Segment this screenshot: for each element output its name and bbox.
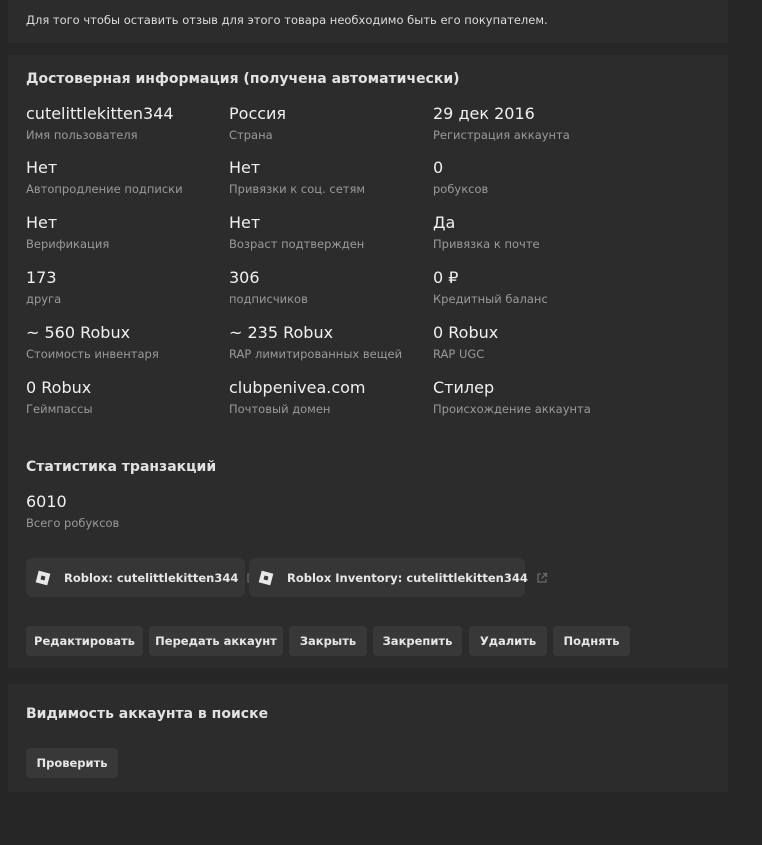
info-value: clubpenivea.com bbox=[229, 378, 366, 397]
info-value: 0 bbox=[433, 158, 444, 177]
external-link-icon bbox=[537, 572, 548, 583]
roblox-profile-link[interactable]: Roblox: cutelittlekitten344 bbox=[26, 558, 258, 597]
info-cell-autorenew: Нет Автопродление подписки bbox=[26, 158, 226, 196]
info-value: 0 Robux bbox=[26, 378, 92, 397]
info-label: Возраст подтвержден bbox=[229, 237, 365, 251]
info-cell-rap-limited: ~ 235 Robux RAP лимитированных вещей bbox=[229, 323, 429, 361]
info-label: Привязка к почте bbox=[433, 237, 540, 251]
info-label: Имя пользователя bbox=[26, 128, 138, 142]
info-value: Стилер bbox=[433, 378, 495, 397]
info-value: Нет bbox=[26, 158, 58, 177]
info-cell-verification: Нет Верификация bbox=[26, 213, 226, 251]
roblox-icon bbox=[35, 570, 51, 585]
transactions-title: Статистика транзакций bbox=[26, 459, 217, 475]
roblox-profile-link-label: Roblox: cutelittlekitten344 bbox=[64, 570, 239, 585]
info-cell-registration: 29 дек 2016 Регистрация аккаунта bbox=[433, 104, 633, 142]
info-cell-origin: Стилер Происхождение аккаунта bbox=[433, 378, 633, 416]
info-label: RAP лимитированных вещей bbox=[229, 347, 403, 361]
info-cell-followers: 306 подписчиков bbox=[229, 268, 429, 306]
info-value: 29 дек 2016 bbox=[433, 104, 535, 123]
info-label: Почтовый домен bbox=[229, 402, 331, 416]
info-label: друга bbox=[26, 292, 62, 306]
info-label: RAP UGC bbox=[433, 347, 485, 361]
delete-button[interactable]: Удалить bbox=[469, 626, 547, 656]
info-value: 306 bbox=[229, 268, 260, 287]
info-label: Привязки к соц. сетям bbox=[229, 182, 366, 196]
info-label: Регистрация аккаунта bbox=[433, 128, 570, 142]
visibility-title: Видимость аккаунта в поиске bbox=[26, 706, 269, 722]
info-value: 0 Robux bbox=[433, 323, 499, 342]
info-label: Страна bbox=[229, 128, 273, 142]
transactions-total: 6010 Всего робуксов bbox=[26, 492, 226, 530]
info-cell-country: Россия Страна bbox=[229, 104, 429, 142]
info-value: 173 bbox=[26, 268, 57, 287]
info-cell-inventory-value: ~ 560 Robux Стоимость инвентаря bbox=[26, 323, 226, 361]
info-cell-social: Нет Привязки к соц. сетям bbox=[229, 158, 429, 196]
edit-button[interactable]: Редактировать bbox=[26, 626, 143, 656]
close-button[interactable]: Закрыть bbox=[289, 626, 367, 656]
info-cell-mail-domain: clubpenivea.com Почтовый домен bbox=[229, 378, 429, 416]
info-label: Происхождение аккаунта bbox=[433, 402, 591, 416]
info-value: Да bbox=[433, 213, 456, 232]
info-section-title: Достоверная информация (получена автомат… bbox=[26, 71, 460, 87]
info-cell-email-link: Да Привязка к почте bbox=[433, 213, 633, 251]
roblox-inventory-link-label: Roblox Inventory: cutelittlekitten344 bbox=[287, 570, 528, 585]
roblox-inventory-link[interactable]: Roblox Inventory: cutelittlekitten344 bbox=[249, 558, 548, 597]
check-button[interactable]: Проверить bbox=[26, 748, 118, 778]
transactions-value: 6010 bbox=[26, 492, 67, 511]
buyer-notice: Для того чтобы оставить отзыв для этого … bbox=[8, 0, 728, 43]
info-value: Россия bbox=[229, 104, 287, 123]
buyer-notice-text: Для того чтобы оставить отзыв для этого … bbox=[26, 13, 548, 27]
info-cell-friends: 173 друга bbox=[26, 268, 226, 306]
pin-button[interactable]: Закрепить bbox=[373, 626, 462, 656]
bump-button[interactable]: Поднять bbox=[553, 626, 630, 656]
info-label: Стоимость инвентаря bbox=[26, 347, 159, 361]
transfer-account-button[interactable]: Передать аккаунт bbox=[149, 626, 283, 656]
info-value: 0 ₽ bbox=[433, 268, 459, 287]
info-cell-rap-ugc: 0 Robux RAP UGC bbox=[433, 323, 633, 361]
info-value: Нет bbox=[229, 213, 261, 232]
info-cell-age: Нет Возраст подтвержден bbox=[229, 213, 429, 251]
search-visibility-panel: Видимость аккаунта в поиске Проверить bbox=[8, 684, 728, 792]
info-value: ~ 560 Robux bbox=[26, 323, 131, 342]
info-cell-gamepasses: 0 Robux Геймпассы bbox=[26, 378, 226, 416]
info-value: Нет bbox=[229, 158, 261, 177]
info-label: подписчиков bbox=[229, 292, 308, 306]
transactions-label: Всего робуксов bbox=[26, 516, 120, 530]
account-info-panel: Достоверная информация (получена автомат… bbox=[8, 55, 728, 668]
info-label: Геймпассы bbox=[26, 402, 93, 416]
info-label: Кредитный баланс bbox=[433, 292, 548, 306]
info-value: Нет bbox=[26, 213, 58, 232]
roblox-icon bbox=[258, 570, 274, 585]
info-value: cutelittlekitten344 bbox=[26, 104, 174, 123]
info-cell-credit: 0 ₽ Кредитный баланс bbox=[433, 268, 633, 306]
info-label: робуксов bbox=[433, 182, 489, 196]
info-cell-robux: 0 робуксов bbox=[433, 158, 633, 196]
info-cell-username: cutelittlekitten344 Имя пользователя bbox=[26, 104, 226, 142]
info-label: Верификация bbox=[26, 237, 110, 251]
info-value: ~ 235 Robux bbox=[229, 323, 334, 342]
info-label: Автопродление подписки bbox=[26, 182, 183, 196]
